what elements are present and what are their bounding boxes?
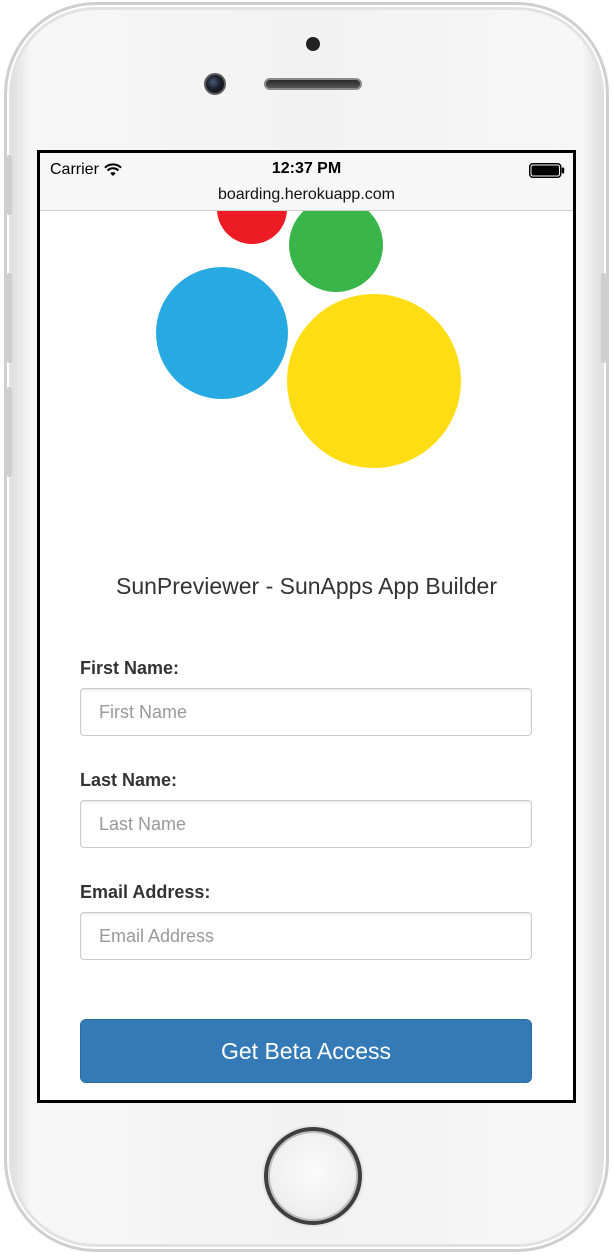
address-bar-url[interactable]: boarding.herokuapp.com [40, 186, 573, 204]
home-button[interactable] [264, 1127, 362, 1225]
earpiece-speaker [264, 78, 362, 90]
logo-circle-yellow [287, 294, 461, 468]
volume-down-button [7, 387, 12, 477]
first-name-label: First Name: [80, 658, 180, 678]
volume-up-button [7, 273, 12, 363]
first-name-input[interactable] [80, 688, 532, 736]
logo-circle-red [217, 211, 287, 244]
app-logo [156, 211, 461, 468]
email-label: Email Address: [80, 882, 211, 902]
last-name-input[interactable] [80, 800, 532, 848]
battery-icon [529, 163, 565, 178]
page-title: SunPreviewer - SunApps App Builder [116, 573, 497, 599]
power-button [601, 273, 606, 363]
email-input[interactable] [80, 912, 532, 960]
status-bar: Carrier 12:37 PM boarding.herokuapp.com [40, 153, 573, 211]
logo-circle-blue [156, 267, 288, 399]
logo-circle-green [289, 211, 383, 292]
page-content: SunPreviewer - SunApps App Builder First… [40, 211, 573, 1100]
proximity-sensor [306, 37, 320, 51]
last-name-label: Last Name: [80, 770, 178, 790]
phone-screen: Carrier 12:37 PM boarding.herokuapp.com [37, 150, 576, 1103]
status-time: 12:37 PM [271, 160, 342, 177]
front-camera [204, 73, 226, 95]
mute-switch [7, 155, 12, 215]
browser-viewport: Carrier 12:37 PM boarding.herokuapp.com [40, 153, 573, 1100]
get-beta-access-button[interactable]: Get Beta Access [80, 1019, 532, 1083]
